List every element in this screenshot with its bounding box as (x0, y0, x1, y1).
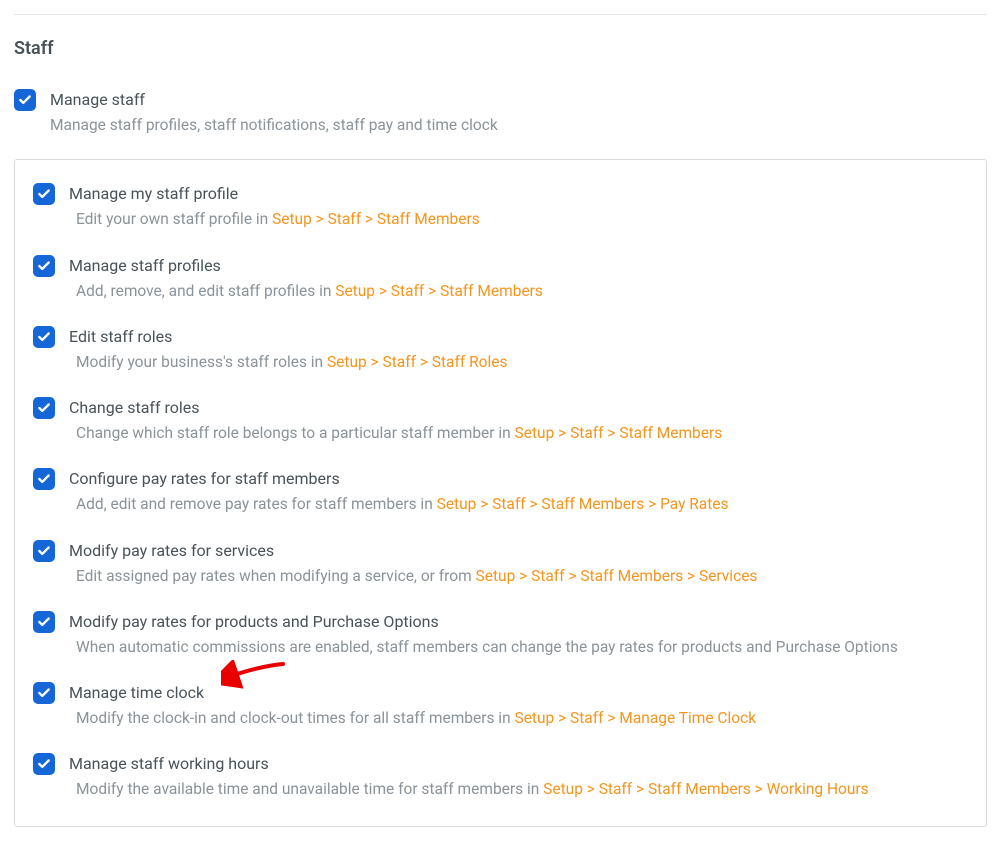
permission-label: Manage time clock (69, 681, 968, 705)
main-permission-label: Manage staff (50, 88, 987, 112)
sub-permission-row: Edit staff roles Modify your business's … (33, 325, 968, 374)
checkmark-icon (37, 544, 51, 558)
permission-text: Modify pay rates for services Edit assig… (69, 539, 968, 588)
permission-description: Change which staff role belongs to a par… (69, 422, 968, 445)
sub-permissions-box: Manage my staff profile Edit your own st… (14, 159, 987, 826)
permission-label: Manage my staff profile (69, 182, 968, 206)
breadcrumb-link[interactable]: Setup > Staff > Staff Roles (327, 353, 508, 371)
checkbox-edit-staff-roles[interactable] (33, 326, 55, 348)
section-title: Staff (14, 35, 987, 62)
permission-label: Configure pay rates for staff members (69, 467, 968, 491)
main-container: Staff Manage staff Manage staff profiles… (14, 14, 987, 827)
checkmark-icon (37, 615, 51, 629)
permission-label: Manage staff profiles (69, 254, 968, 278)
checkmark-icon (37, 686, 51, 700)
checkmark-icon (37, 187, 51, 201)
checkbox-modify-pay-rates-services[interactable] (33, 540, 55, 562)
permission-label: Modify pay rates for services (69, 539, 968, 563)
main-permission-row: Manage staff Manage staff profiles, staf… (14, 88, 987, 137)
permission-text: Change staff roles Change which staff ro… (69, 396, 968, 445)
permission-description: Modify your business's staff roles in Se… (69, 351, 968, 374)
checkmark-icon (37, 259, 51, 273)
checkmark-icon (37, 330, 51, 344)
sub-permission-row: Modify pay rates for products and Purcha… (33, 610, 968, 659)
breadcrumb-link[interactable]: Setup > Staff > Staff Members > Services (476, 567, 758, 585)
sub-permission-row: Change staff roles Change which staff ro… (33, 396, 968, 445)
permission-description: Add, edit and remove pay rates for staff… (69, 493, 968, 516)
checkbox-manage-time-clock[interactable] (33, 682, 55, 704)
permission-text: Manage my staff profile Edit your own st… (69, 182, 968, 231)
permission-description: Edit assigned pay rates when modifying a… (69, 565, 968, 588)
permission-text: Manage staff working hours Modify the av… (69, 752, 968, 801)
main-permission-description: Manage staff profiles, staff notificatio… (50, 114, 987, 137)
permission-text: Configure pay rates for staff members Ad… (69, 467, 968, 516)
permission-description: When automatic commissions are enabled, … (69, 636, 968, 659)
checkbox-configure-pay-rates[interactable] (33, 468, 55, 490)
permission-text: Modify pay rates for products and Purcha… (69, 610, 968, 659)
checkmark-icon (37, 472, 51, 486)
permission-label: Change staff roles (69, 396, 968, 420)
breadcrumb-link[interactable]: Setup > Staff > Staff Members (335, 282, 543, 300)
checkbox-manage-staff-working-hours[interactable] (33, 753, 55, 775)
permission-text: Manage staff profiles Add, remove, and e… (69, 254, 968, 303)
breadcrumb-link[interactable]: Setup > Staff > Staff Members (515, 424, 723, 442)
checkbox-manage-staff[interactable] (14, 89, 36, 111)
sub-permission-row: Manage my staff profile Edit your own st… (33, 182, 968, 231)
sub-permission-row: Modify pay rates for services Edit assig… (33, 539, 968, 588)
checkbox-modify-pay-rates-products[interactable] (33, 611, 55, 633)
breadcrumb-link[interactable]: Setup > Staff > Staff Members > Working … (543, 780, 869, 798)
checkmark-icon (37, 401, 51, 415)
permission-text: Edit staff roles Modify your business's … (69, 325, 968, 374)
permission-label: Edit staff roles (69, 325, 968, 349)
main-permission-text: Manage staff Manage staff profiles, staf… (50, 88, 987, 137)
checkbox-manage-my-staff-profile[interactable] (33, 183, 55, 205)
checkbox-manage-staff-profiles[interactable] (33, 255, 55, 277)
sub-permission-row: Manage staff profiles Add, remove, and e… (33, 254, 968, 303)
permission-description: Add, remove, and edit staff profiles in … (69, 280, 968, 303)
permission-description: Modify the clock-in and clock-out times … (69, 707, 968, 730)
checkmark-icon (37, 757, 51, 771)
checkmark-icon (18, 93, 32, 107)
breadcrumb-link[interactable]: Setup > Staff > Manage Time Clock (514, 709, 756, 727)
checkbox-change-staff-roles[interactable] (33, 397, 55, 419)
breadcrumb-link[interactable]: Setup > Staff > Staff Members (272, 210, 480, 228)
sub-permission-row: Manage staff working hours Modify the av… (33, 752, 968, 801)
breadcrumb-link[interactable]: Setup > Staff > Staff Members > Pay Rate… (437, 495, 729, 513)
permission-description: Modify the available time and unavailabl… (69, 778, 968, 801)
permission-label: Manage staff working hours (69, 752, 968, 776)
permission-text: Manage time clock Modify the clock-in an… (69, 681, 968, 730)
permission-description: Edit your own staff profile in Setup > S… (69, 208, 968, 231)
sub-permission-row: Manage time clock Modify the clock-in an… (33, 681, 968, 730)
sub-permission-row: Configure pay rates for staff members Ad… (33, 467, 968, 516)
permission-label: Modify pay rates for products and Purcha… (69, 610, 968, 634)
top-divider (14, 14, 987, 15)
